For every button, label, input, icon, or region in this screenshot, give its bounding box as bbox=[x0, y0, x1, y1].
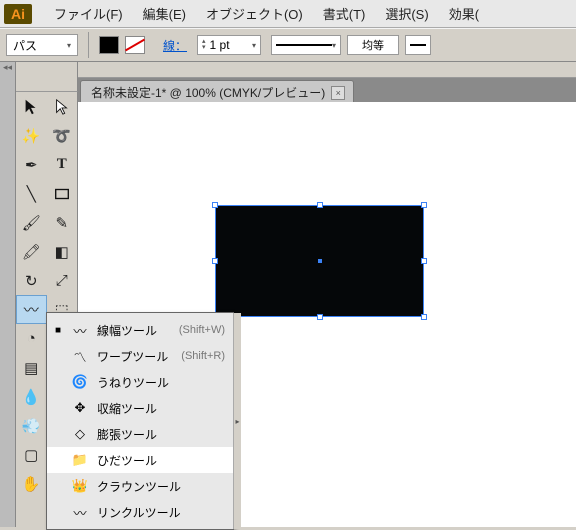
stroke-style-dropdown[interactable] bbox=[405, 35, 431, 55]
selected-rectangle[interactable] bbox=[215, 205, 424, 317]
paintbrush-tool[interactable]: 🖌 bbox=[16, 208, 47, 237]
brush-dropdown[interactable]: 均等 bbox=[347, 35, 399, 55]
resize-handle[interactable] bbox=[421, 258, 427, 264]
stepper-icon[interactable]: ▴▾ bbox=[202, 39, 206, 51]
resize-handle[interactable] bbox=[421, 202, 427, 208]
flyout-twirl-tool[interactable]: 🌀 うねりツール bbox=[47, 369, 233, 395]
resize-handle[interactable] bbox=[421, 314, 427, 320]
magic-wand-tool[interactable]: ✨ bbox=[16, 121, 47, 150]
stroke-label[interactable]: 線： bbox=[163, 37, 187, 54]
menu-file[interactable]: ファイル(F) bbox=[48, 2, 129, 25]
resize-handle[interactable] bbox=[317, 202, 323, 208]
menu-object[interactable]: オブジェクト(O) bbox=[200, 2, 309, 25]
blob-brush-tool[interactable]: 🖍 bbox=[16, 237, 47, 266]
resize-handle[interactable] bbox=[212, 202, 218, 208]
crystallize-tool-icon: 👑 bbox=[71, 477, 89, 495]
scale-tool[interactable]: ⤢ bbox=[47, 266, 78, 295]
shape-builder-tool[interactable]: ◔ bbox=[16, 324, 47, 353]
panel-dock-strip[interactable]: ◂◂ bbox=[0, 62, 16, 527]
chevron-down-icon: ▾ bbox=[252, 41, 256, 50]
chevron-down-icon: ▾ bbox=[332, 41, 336, 50]
lasso-tool[interactable]: ➰ bbox=[47, 121, 78, 150]
width-tool[interactable]: 〰 bbox=[16, 295, 47, 324]
options-bar: パス ▾ 線： ▴▾ 1 pt ▾ ▾ 均等 bbox=[0, 28, 576, 62]
selection-type-dropdown[interactable]: パス ▾ bbox=[6, 34, 78, 56]
direct-selection-tool[interactable] bbox=[47, 92, 78, 121]
stroke-weight-value: 1 pt bbox=[210, 38, 230, 52]
flyout-crystallize-tool[interactable]: 👑 クラウンツール bbox=[47, 473, 233, 499]
warp-tool-icon: 〽 bbox=[71, 347, 89, 365]
tearoff-handle[interactable]: ▸ bbox=[233, 313, 241, 529]
flyout-label: ワープツール bbox=[97, 348, 168, 365]
rectangle-tool[interactable] bbox=[47, 179, 78, 208]
flyout-width-tool[interactable]: ■ 〰 線幅ツール (Shift+W) bbox=[47, 317, 233, 343]
menu-type[interactable]: 書式(T) bbox=[317, 2, 372, 25]
symbol-sprayer-tool[interactable]: 💨 bbox=[16, 411, 47, 440]
type-tool[interactable]: T bbox=[47, 150, 78, 179]
flyout-shortcut: (Shift+W) bbox=[179, 324, 225, 336]
flyout-label: クラウンツール bbox=[97, 478, 181, 495]
fill-swatch[interactable] bbox=[99, 36, 119, 54]
tools-header bbox=[16, 62, 78, 92]
document-title: 名称未設定-1* @ 100% (CMYK/プレビュー) bbox=[91, 84, 325, 101]
flyout-label: リンクルツール bbox=[97, 504, 181, 521]
width-tool-icon: 〰 bbox=[71, 321, 89, 339]
wrinkle-tool-icon: 〰 bbox=[71, 503, 89, 521]
doc-bar-bg bbox=[78, 62, 576, 78]
flyout-pucker-tool[interactable]: ✥ 収縮ツール bbox=[47, 395, 233, 421]
app-logo: Ai bbox=[4, 4, 32, 24]
line-tool[interactable]: ╲ bbox=[16, 179, 47, 208]
close-icon[interactable]: × bbox=[331, 86, 345, 100]
center-point bbox=[318, 259, 322, 263]
flyout-label: ひだツール bbox=[97, 452, 157, 469]
menu-effect[interactable]: 効果( bbox=[443, 2, 485, 25]
selection-type-label: パス bbox=[13, 37, 37, 54]
grip-icon: ◂◂ bbox=[0, 62, 15, 73]
twirl-tool-icon: 🌀 bbox=[71, 373, 89, 391]
tool-flyout-menu: ■ 〰 線幅ツール (Shift+W) 〽 ワープツール (Shift+R) 🌀… bbox=[46, 312, 234, 530]
document-tab[interactable]: 名称未設定-1* @ 100% (CMYK/プレビュー) × bbox=[80, 80, 354, 102]
flyout-warp-tool[interactable]: 〽 ワープツール (Shift+R) bbox=[47, 343, 233, 369]
stroke-swatch[interactable] bbox=[125, 36, 145, 54]
scallop-tool-icon: 📁 bbox=[71, 451, 89, 469]
flyout-scallop-tool[interactable]: 📁 ひだツール bbox=[47, 447, 233, 473]
flyout-wrinkle-tool[interactable]: 〰 リンクルツール bbox=[47, 499, 233, 525]
eyedropper-tool[interactable]: 💧 bbox=[16, 382, 47, 411]
bloat-tool-icon: ◇ bbox=[71, 425, 89, 443]
flyout-label: 線幅ツール bbox=[97, 322, 157, 339]
resize-handle[interactable] bbox=[317, 314, 323, 320]
stroke-weight-field[interactable]: ▴▾ 1 pt ▾ bbox=[197, 35, 261, 55]
flyout-bloat-tool[interactable]: ◇ 膨張ツール bbox=[47, 421, 233, 447]
stroke-profile-dropdown[interactable]: ▾ bbox=[271, 35, 341, 55]
pen-tool[interactable]: ✒ bbox=[16, 150, 47, 179]
line-icon bbox=[410, 44, 426, 46]
flyout-label: 膨張ツール bbox=[97, 426, 157, 443]
resize-handle[interactable] bbox=[212, 258, 218, 264]
flyout-shortcut: (Shift+R) bbox=[181, 350, 225, 362]
document-tab-bar: 名称未設定-1* @ 100% (CMYK/プレビュー) × bbox=[78, 78, 576, 102]
menu-bar: Ai ファイル(F) 編集(E) オブジェクト(O) 書式(T) 選択(S) 効… bbox=[0, 0, 576, 28]
pucker-tool-icon: ✥ bbox=[71, 399, 89, 417]
eraser-tool[interactable]: ◧ bbox=[47, 237, 78, 266]
rotate-tool[interactable]: ↻ bbox=[16, 266, 47, 295]
brush-label: 均等 bbox=[362, 37, 384, 53]
chevron-down-icon: ▾ bbox=[67, 41, 71, 50]
flyout-label: 収縮ツール bbox=[97, 400, 157, 417]
profile-line-icon bbox=[276, 44, 332, 46]
menu-select[interactable]: 選択(S) bbox=[379, 2, 434, 25]
mesh-tool[interactable]: ▤ bbox=[16, 353, 47, 382]
selection-tool[interactable] bbox=[16, 92, 47, 121]
pencil-tool[interactable]: ✎ bbox=[47, 208, 78, 237]
selected-mark-icon: ■ bbox=[55, 325, 63, 336]
flyout-label: うねりツール bbox=[97, 374, 169, 391]
hand-tool[interactable]: ✋ bbox=[16, 469, 47, 498]
separator bbox=[88, 32, 89, 58]
menu-edit[interactable]: 編集(E) bbox=[137, 2, 192, 25]
artboard-tool[interactable]: ▢ bbox=[16, 440, 47, 469]
